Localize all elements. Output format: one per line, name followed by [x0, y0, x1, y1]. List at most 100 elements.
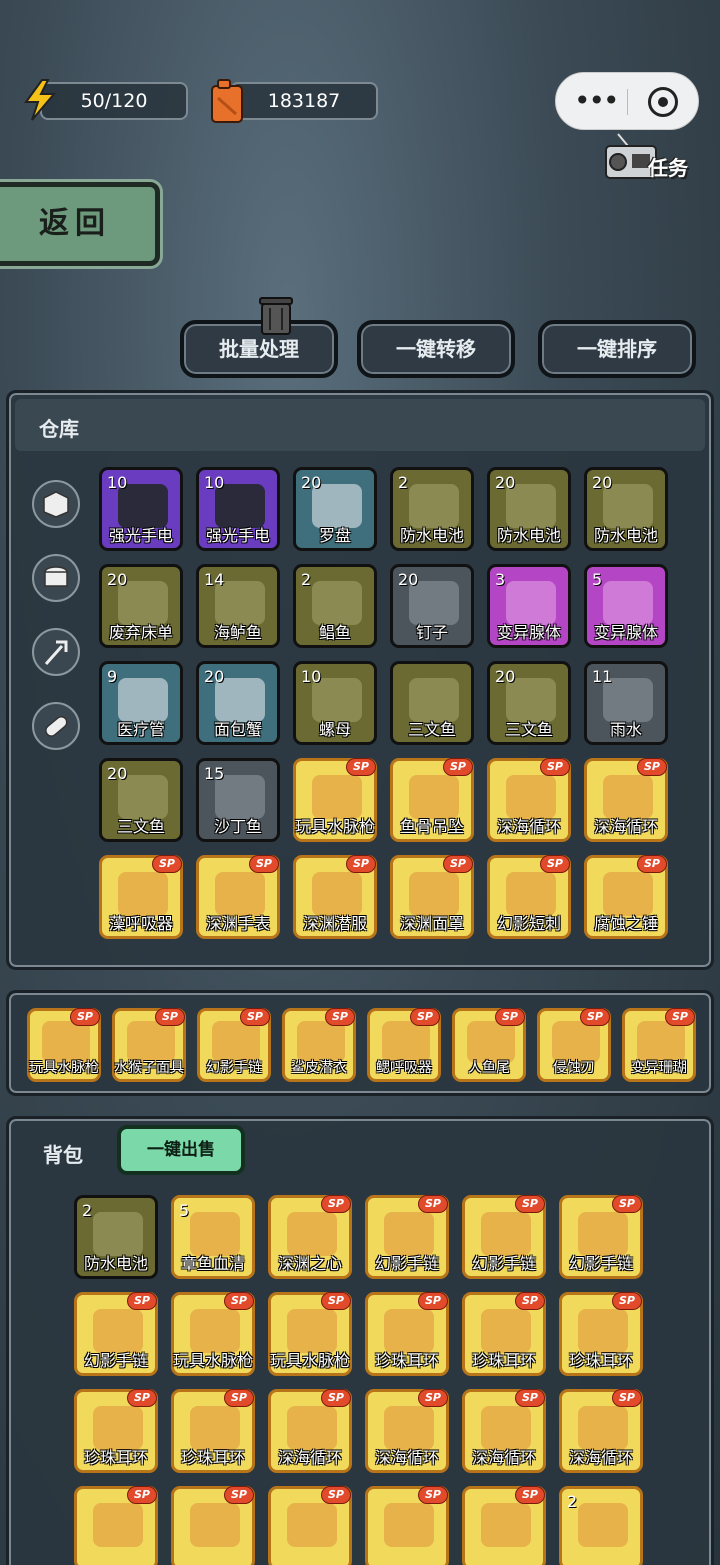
item-slot[interactable]: SP 珍珠耳环: [462, 1292, 546, 1376]
item-slot[interactable]: 3 变异腺体: [487, 564, 571, 648]
sp-badge: SP: [515, 1389, 545, 1407]
item-slot[interactable]: SP 水猴子面具: [112, 1008, 186, 1082]
item-slot[interactable]: 2 防水电池: [74, 1195, 158, 1279]
filter-medicine[interactable]: [32, 702, 80, 750]
item-slot[interactable]: SP 幻影手链: [365, 1195, 449, 1279]
item-slot[interactable]: SP 深海循环: [559, 1389, 643, 1473]
item-slot[interactable]: 10 强光手电: [99, 467, 183, 551]
item-slot[interactable]: SP 深渊潜服: [293, 855, 377, 939]
item-slot[interactable]: SP 鱼骨吊坠: [390, 758, 474, 842]
item-name: 螺母: [318, 720, 351, 739]
item-name: 藻呼吸器: [108, 914, 173, 933]
item-slot[interactable]: 5 变异腺体: [584, 564, 668, 648]
item-slot[interactable]: 9 医疗管: [99, 661, 183, 745]
sell-all-button[interactable]: 一键出售: [117, 1125, 245, 1175]
back-button[interactable]: 返回: [0, 182, 160, 266]
item-slot[interactable]: SP 幻影手链: [462, 1195, 546, 1279]
item-count: 20: [495, 473, 516, 492]
filter-weapon[interactable]: [32, 628, 80, 676]
item-slot[interactable]: SP 幻影手链: [74, 1292, 158, 1376]
item-slot[interactable]: 15 沙丁鱼: [196, 758, 280, 842]
item-slot[interactable]: SP 玩具水脉枪: [171, 1292, 255, 1376]
item-name: 强光手电: [205, 526, 270, 545]
item-slot[interactable]: SP 鲨皮潜衣: [282, 1008, 356, 1082]
item-icon: [190, 1503, 240, 1547]
item-slot[interactable]: 20 三文鱼: [487, 661, 571, 745]
item-slot[interactable]: 2: [559, 1486, 643, 1565]
item-slot[interactable]: SP 深海循环: [584, 758, 668, 842]
item-slot[interactable]: 10 螺母: [293, 661, 377, 745]
item-slot[interactable]: SP 珍珠耳环: [365, 1292, 449, 1376]
item-slot[interactable]: SP: [171, 1486, 255, 1565]
item-slot[interactable]: 20 罗盘: [293, 467, 377, 551]
item-slot[interactable]: SP: [268, 1486, 352, 1565]
item-name: 鲨皮潜衣: [291, 1060, 347, 1076]
item-icon: [287, 1503, 337, 1547]
item-count: 20: [107, 764, 128, 783]
item-slot[interactable]: SP 深海循环: [365, 1389, 449, 1473]
item-slot[interactable]: SP 玩具水脉枪: [268, 1292, 352, 1376]
item-slot[interactable]: SP 珍珠耳环: [74, 1389, 158, 1473]
item-name: 幻影短刺: [496, 914, 561, 933]
quick-transfer-button[interactable]: 一键转移: [357, 320, 515, 378]
item-slot[interactable]: 20 防水电池: [487, 467, 571, 551]
item-name: 玩具水脉枪: [269, 1351, 350, 1370]
item-name: 珍珠耳环: [83, 1448, 148, 1467]
item-slot[interactable]: 11 雨水: [584, 661, 668, 745]
item-name: 珍珠耳环: [471, 1351, 536, 1370]
item-slot[interactable]: 14 海鲈鱼: [196, 564, 280, 648]
item-slot[interactable]: 20 三文鱼: [99, 758, 183, 842]
filter-box[interactable]: [32, 480, 80, 528]
quick-sort-button[interactable]: 一键排序: [538, 320, 696, 378]
sp-badge: SP: [418, 1195, 448, 1213]
item-name: 医疗管: [116, 720, 165, 739]
task-button[interactable]: 任务: [604, 128, 696, 184]
item-name: 深渊面罩: [399, 914, 464, 933]
item-slot[interactable]: SP 深渊手表: [196, 855, 280, 939]
item-slot[interactable]: SP 深海循环: [462, 1389, 546, 1473]
item-slot[interactable]: SP 幻影手链: [559, 1195, 643, 1279]
item-slot[interactable]: SP 深海循环: [268, 1389, 352, 1473]
item-slot[interactable]: 三文鱼: [390, 661, 474, 745]
item-count: 5: [179, 1201, 190, 1220]
item-count: 20: [301, 473, 322, 492]
close-target-icon[interactable]: [648, 87, 678, 117]
item-slot[interactable]: SP 珍珠耳环: [171, 1389, 255, 1473]
item-slot[interactable]: SP 鳃呼吸器: [367, 1008, 441, 1082]
item-slot[interactable]: SP 深渊之心: [268, 1195, 352, 1279]
item-slot[interactable]: 2 防水电池: [390, 467, 474, 551]
item-slot[interactable]: SP 变异珊瑚: [622, 1008, 696, 1082]
item-slot[interactable]: 20 面包蟹: [196, 661, 280, 745]
item-name: 鱼骨吊坠: [399, 817, 464, 836]
item-slot[interactable]: 20 钉子: [390, 564, 474, 648]
item-icon: [481, 1503, 531, 1547]
item-name: 玩具水脉枪: [172, 1351, 253, 1370]
item-slot[interactable]: SP 珍珠耳环: [559, 1292, 643, 1376]
item-slot[interactable]: SP: [365, 1486, 449, 1565]
item-slot[interactable]: SP 幻影手链: [197, 1008, 271, 1082]
item-slot[interactable]: SP 玩具水脉枪: [293, 758, 377, 842]
item-slot[interactable]: SP 腐蚀之锤: [584, 855, 668, 939]
item-slot[interactable]: 20 防水电池: [584, 467, 668, 551]
item-slot[interactable]: SP 人鱼尾: [452, 1008, 526, 1082]
item-slot[interactable]: SP 玩具水脉枪: [27, 1008, 101, 1082]
item-slot[interactable]: SP 深渊面罩: [390, 855, 474, 939]
item-slot[interactable]: SP: [74, 1486, 158, 1565]
box-icon: [43, 491, 69, 518]
item-name: 玩具水脉枪: [29, 1060, 99, 1076]
item-slot[interactable]: SP: [462, 1486, 546, 1565]
item-slot[interactable]: 10 强光手电: [196, 467, 280, 551]
more-icon[interactable]: •••: [574, 87, 620, 115]
item-count: 5: [592, 570, 603, 589]
item-slot[interactable]: 2 鲳鱼: [293, 564, 377, 648]
item-count: 2: [398, 473, 409, 492]
item-slot[interactable]: SP 藻呼吸器: [99, 855, 183, 939]
item-name: 鲳鱼: [318, 623, 351, 642]
item-slot[interactable]: 5 章鱼血清: [171, 1195, 255, 1279]
item-slot[interactable]: SP 幻影短刺: [487, 855, 571, 939]
item-slot[interactable]: SP 侵蚀刃: [537, 1008, 611, 1082]
item-name: 三文鱼: [116, 817, 165, 836]
item-slot[interactable]: SP 深海循环: [487, 758, 571, 842]
filter-food[interactable]: [32, 554, 80, 602]
item-slot[interactable]: 20 废弃床单: [99, 564, 183, 648]
